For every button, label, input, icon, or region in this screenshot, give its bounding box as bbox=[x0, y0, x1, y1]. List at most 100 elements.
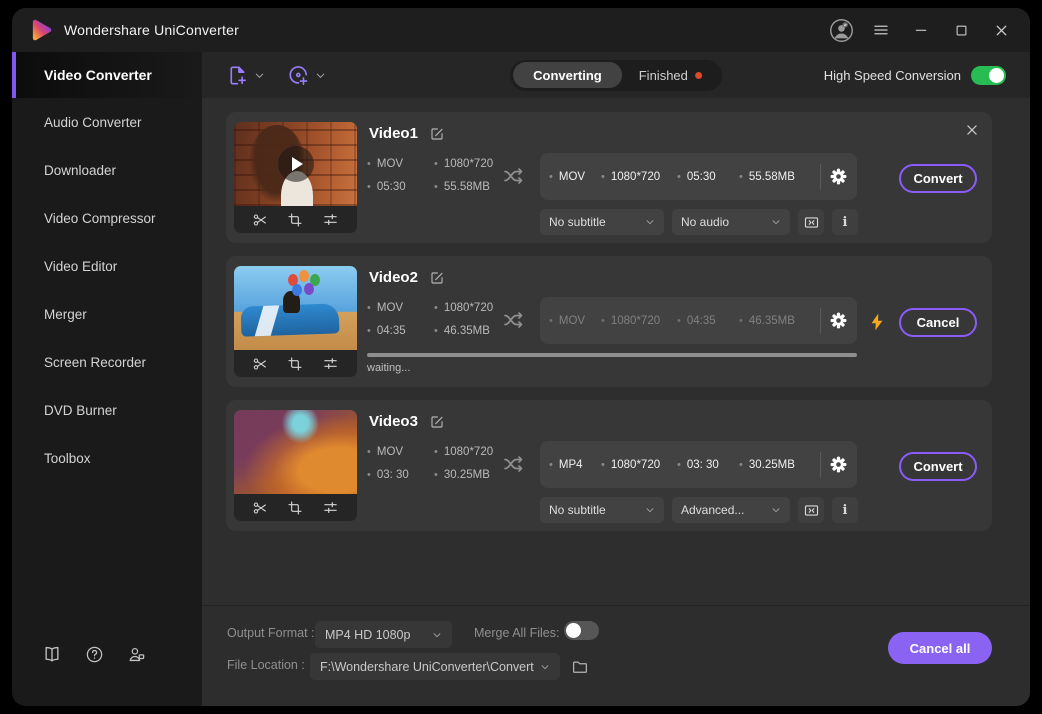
sidebar-item-label: Downloader bbox=[44, 163, 116, 178]
merge-toggle[interactable] bbox=[564, 621, 599, 640]
video-title: Video1 bbox=[369, 125, 418, 142]
crop-icon[interactable] bbox=[287, 500, 303, 516]
video-title: Video3 bbox=[369, 413, 418, 430]
effects-icon[interactable] bbox=[322, 499, 339, 516]
gear-icon[interactable] bbox=[829, 455, 848, 474]
task-card-video1: Video1 MOV 1080*720 05:30 55.58MB MOV 10… bbox=[226, 112, 992, 243]
shuffle-icon bbox=[502, 452, 526, 476]
sidebar-item-video-editor[interactable]: Video Editor bbox=[12, 242, 202, 290]
task-card-video2: Video2 MOV 1080*720 04:35 46.35MB MOV 10… bbox=[226, 256, 992, 387]
sidebar-item-dvd-burner[interactable]: DVD Burner bbox=[12, 386, 202, 434]
shuffle-icon bbox=[502, 308, 526, 332]
gear-icon[interactable] bbox=[829, 167, 848, 186]
add-files-button[interactable] bbox=[226, 64, 265, 87]
source-duration: 05:30 bbox=[367, 181, 434, 193]
divider bbox=[820, 164, 821, 190]
add-file-icon bbox=[226, 64, 249, 87]
video-thumbnail[interactable] bbox=[234, 122, 357, 233]
crop-icon[interactable] bbox=[287, 212, 303, 228]
tab-label: Converting bbox=[533, 68, 602, 83]
footer-bar: Output Format : MP4 HD 1080p Merge All F… bbox=[202, 605, 1030, 706]
effects-icon[interactable] bbox=[322, 211, 339, 228]
output-settings-box[interactable]: MOV 1080*720 04:35 46.35MB bbox=[540, 297, 857, 344]
sidebar-item-label: DVD Burner bbox=[44, 403, 117, 418]
load-dvd-button[interactable] bbox=[287, 64, 326, 87]
target-size: 46.35MB bbox=[739, 315, 818, 327]
subtitle-dropdown[interactable]: No subtitle bbox=[540, 209, 664, 235]
source-info: MOV 1080*720 03: 30 30.25MB bbox=[367, 446, 493, 481]
account-avatar-icon[interactable] bbox=[826, 15, 856, 45]
tab-converting[interactable]: Converting bbox=[513, 62, 622, 88]
user-guide-icon[interactable] bbox=[42, 644, 62, 664]
open-folder-icon[interactable] bbox=[571, 658, 589, 676]
shuffle-icon bbox=[502, 164, 526, 188]
output-settings-box[interactable]: MP4 1080*720 03: 30 30.25MB bbox=[540, 441, 857, 488]
maximize-icon[interactable] bbox=[946, 15, 976, 45]
source-format: MOV bbox=[367, 446, 434, 458]
close-window-icon[interactable] bbox=[986, 15, 1016, 45]
audio-dropdown[interactable]: Advanced... bbox=[672, 497, 790, 523]
source-duration: 04:35 bbox=[367, 325, 434, 337]
remove-task-icon[interactable] bbox=[965, 123, 979, 137]
sidebar-item-merger[interactable]: Merger bbox=[12, 290, 202, 338]
source-resolution: 1080*720 bbox=[434, 446, 493, 458]
app-logo-icon bbox=[28, 17, 54, 43]
subtitle-value: No subtitle bbox=[549, 503, 606, 517]
chevron-down-icon bbox=[645, 505, 655, 515]
info-icon[interactable]: i bbox=[832, 209, 858, 235]
subtitle-value: No subtitle bbox=[549, 215, 606, 229]
convert-button[interactable]: Convert bbox=[899, 164, 977, 193]
sidebar-item-label: Merger bbox=[44, 307, 87, 322]
file-location-label: File Location : bbox=[227, 658, 305, 672]
convert-button[interactable]: Convert bbox=[899, 452, 977, 481]
tab-finished[interactable]: Finished bbox=[622, 62, 719, 88]
task-status: waiting... bbox=[367, 362, 410, 374]
trim-icon[interactable] bbox=[252, 212, 268, 228]
edit-icon[interactable] bbox=[429, 414, 445, 430]
source-size: 55.58MB bbox=[434, 181, 493, 193]
sidebar-item-label: Toolbox bbox=[44, 451, 91, 466]
cancel-all-button[interactable]: Cancel all bbox=[888, 632, 992, 664]
chevron-down-icon bbox=[315, 70, 326, 81]
sidebar-item-toolbox[interactable]: Toolbox bbox=[12, 434, 202, 482]
trim-icon[interactable] bbox=[252, 500, 268, 516]
chevron-down-icon bbox=[771, 505, 781, 515]
compress-icon[interactable] bbox=[798, 209, 824, 235]
contact-icon[interactable] bbox=[126, 644, 146, 664]
effects-icon[interactable] bbox=[322, 355, 339, 372]
compress-icon[interactable] bbox=[798, 497, 824, 523]
output-format-dropdown[interactable]: MP4 HD 1080p bbox=[315, 621, 452, 648]
play-icon[interactable] bbox=[278, 146, 314, 182]
subtitle-dropdown[interactable]: No subtitle bbox=[540, 497, 664, 523]
output-settings-box[interactable]: MOV 1080*720 05:30 55.58MB bbox=[540, 153, 857, 200]
video-thumbnail[interactable] bbox=[234, 266, 357, 377]
help-icon[interactable] bbox=[84, 644, 104, 664]
sidebar-item-video-compressor[interactable]: Video Compressor bbox=[12, 194, 202, 242]
gear-icon[interactable] bbox=[829, 311, 848, 330]
status-tabs: Converting Finished bbox=[510, 60, 722, 91]
target-format: MP4 bbox=[549, 459, 601, 471]
edit-icon[interactable] bbox=[429, 270, 445, 286]
menu-icon[interactable] bbox=[866, 15, 896, 45]
sidebar-item-audio-converter[interactable]: Audio Converter bbox=[12, 98, 202, 146]
audio-dropdown[interactable]: No audio bbox=[672, 209, 790, 235]
sidebar-item-downloader[interactable]: Downloader bbox=[12, 146, 202, 194]
sidebar: Video Converter Audio Converter Download… bbox=[12, 52, 202, 706]
trim-icon[interactable] bbox=[252, 356, 268, 372]
info-icon[interactable]: i bbox=[832, 497, 858, 523]
crop-icon[interactable] bbox=[287, 356, 303, 372]
source-format: MOV bbox=[367, 302, 434, 314]
cancel-button[interactable]: Cancel bbox=[899, 308, 977, 337]
merge-all-files-label: Merge All Files: bbox=[474, 626, 559, 640]
chevron-down-icon bbox=[540, 662, 550, 672]
source-size: 30.25MB bbox=[434, 469, 493, 481]
high-speed-toggle[interactable] bbox=[971, 66, 1006, 85]
file-location-dropdown[interactable]: F:\Wondershare UniConverter\Converted bbox=[310, 653, 560, 680]
load-dvd-icon bbox=[287, 64, 310, 87]
minimize-icon[interactable] bbox=[906, 15, 936, 45]
edit-icon[interactable] bbox=[429, 126, 445, 142]
video-thumbnail[interactable] bbox=[234, 410, 357, 521]
sidebar-item-screen-recorder[interactable]: Screen Recorder bbox=[12, 338, 202, 386]
sidebar-item-video-converter[interactable]: Video Converter bbox=[12, 52, 202, 98]
source-info: MOV 1080*720 05:30 55.58MB bbox=[367, 158, 493, 193]
